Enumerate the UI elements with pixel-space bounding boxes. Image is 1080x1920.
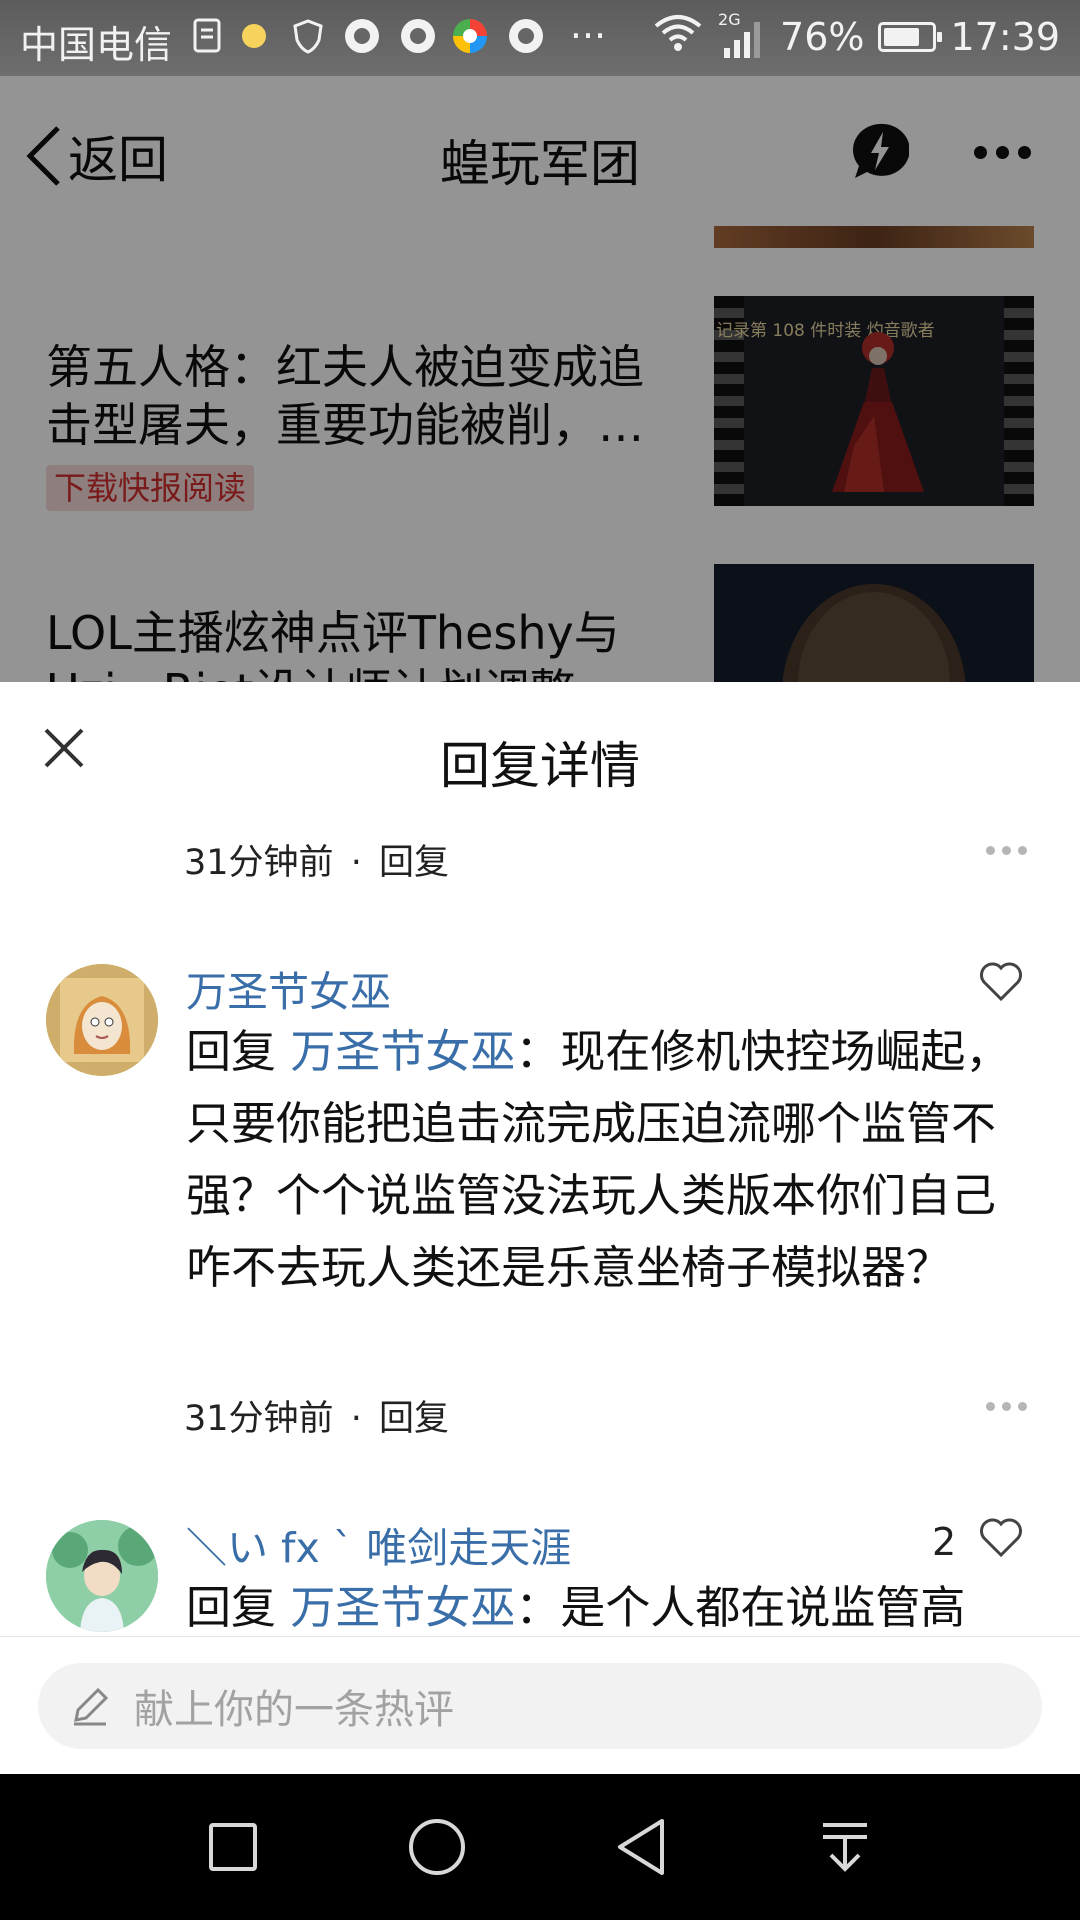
dot (1002, 846, 1011, 855)
square-icon (209, 1823, 257, 1871)
comment-more-button[interactable] (986, 1402, 1027, 1411)
dot (1018, 846, 1027, 855)
comment-text: 回复 万圣节女巫：现在修机快控场崛起，只要你能把追击流完成压迫流哪个监管不强？个… (186, 1016, 1016, 1304)
mention-link[interactable]: 万圣节女巫 (290, 1581, 515, 1634)
battery-icon (878, 21, 943, 52)
notification-shade-button[interactable] (810, 1812, 880, 1882)
pencil-icon (74, 1687, 109, 1726)
clock: 17:39 (950, 14, 1060, 59)
circle-icon (409, 1819, 465, 1875)
status-bar: 中国电信 ··· 2G 76% 17:39 (0, 0, 1080, 76)
battery-percent: 76% (780, 14, 865, 59)
sheet-title: 回复详情 (440, 737, 640, 795)
reply-prefix: 回复 (186, 1581, 291, 1634)
reply-link[interactable]: 回复 (379, 1399, 449, 1439)
app-notification-icon (396, 14, 440, 58)
dot (986, 1402, 995, 1411)
reply-prefix: 回复 (186, 1025, 291, 1078)
avatar[interactable] (46, 964, 158, 1076)
dot (986, 846, 995, 855)
yellow-dot-icon (232, 14, 276, 58)
comment-meta: 31分钟前 · 回复 (184, 1390, 449, 1441)
colorful-app-icon (448, 14, 492, 58)
colon: ： (515, 1025, 561, 1078)
mention-link[interactable]: 万圣节女巫 (290, 1025, 515, 1078)
comment-username[interactable]: ＼い fx ˋ 唯剑走天涯 (186, 1514, 571, 1574)
comment-body: 是个人都在说监管高 (560, 1581, 966, 1634)
comment-more-button[interactable] (986, 846, 1027, 855)
comment-text: 回复 万圣节女巫：是个人都在说监管高 (186, 1572, 1016, 1644)
input-placeholder: 献上你的一条热评 (134, 1687, 454, 1733)
dot (1002, 1402, 1011, 1411)
document-icon (186, 14, 230, 58)
heart-icon[interactable] (978, 1516, 1024, 1558)
like-count: 2 (932, 1520, 957, 1564)
carrier-label: 中国电信 (20, 23, 173, 67)
heart-icon[interactable] (978, 960, 1024, 1002)
comment-input-bar: 献上你的一条热评 (0, 1636, 1080, 1775)
colon: ： (515, 1581, 561, 1634)
battery-fill (884, 27, 920, 46)
signal-icon: 2G (718, 10, 766, 60)
avatar[interactable] (46, 1520, 158, 1632)
meta-separator: · (350, 1399, 362, 1439)
home-button[interactable] (402, 1812, 472, 1882)
comment-time: 31分钟前 (184, 1399, 334, 1439)
avatar-image (46, 964, 158, 1076)
dot (1018, 1402, 1027, 1411)
more-notifications-label: ··· (569, 14, 607, 58)
app-notification-icon (340, 14, 384, 58)
sheet-header: 回复详情 (0, 682, 1080, 812)
recent-apps-button[interactable] (198, 1812, 268, 1882)
avatar-image (46, 1520, 158, 1632)
back-nav-button[interactable] (606, 1812, 676, 1882)
wifi-icon (652, 12, 704, 61)
comment-input[interactable]: 献上你的一条热评 (38, 1663, 1042, 1749)
dim-overlay[interactable] (0, 76, 1080, 682)
shield-icon (286, 14, 330, 58)
system-nav-bar (0, 1774, 1080, 1920)
download-arrow-icon (823, 1823, 867, 1872)
app-notification-icon (504, 14, 548, 58)
comment-meta: 31分钟前 · 回复 (184, 834, 449, 885)
meta-separator: · (350, 843, 362, 883)
reply-link[interactable]: 回复 (379, 843, 449, 883)
comment-time: 31分钟前 (184, 843, 334, 883)
comment-username[interactable]: 万圣节女巫 (186, 958, 391, 1018)
reply-detail-sheet: 回复详情 31分钟前 · 回复 万圣节女巫 回复 万圣节女巫：现在修机快控场崛起… (0, 682, 1080, 1774)
triangle-back-icon (618, 1819, 664, 1875)
background-page: 返回 蝗玩军团 第五人格：红夫人被迫变成追 击型屠夫，重要功能被削，… 下载快报… (0, 76, 1080, 682)
